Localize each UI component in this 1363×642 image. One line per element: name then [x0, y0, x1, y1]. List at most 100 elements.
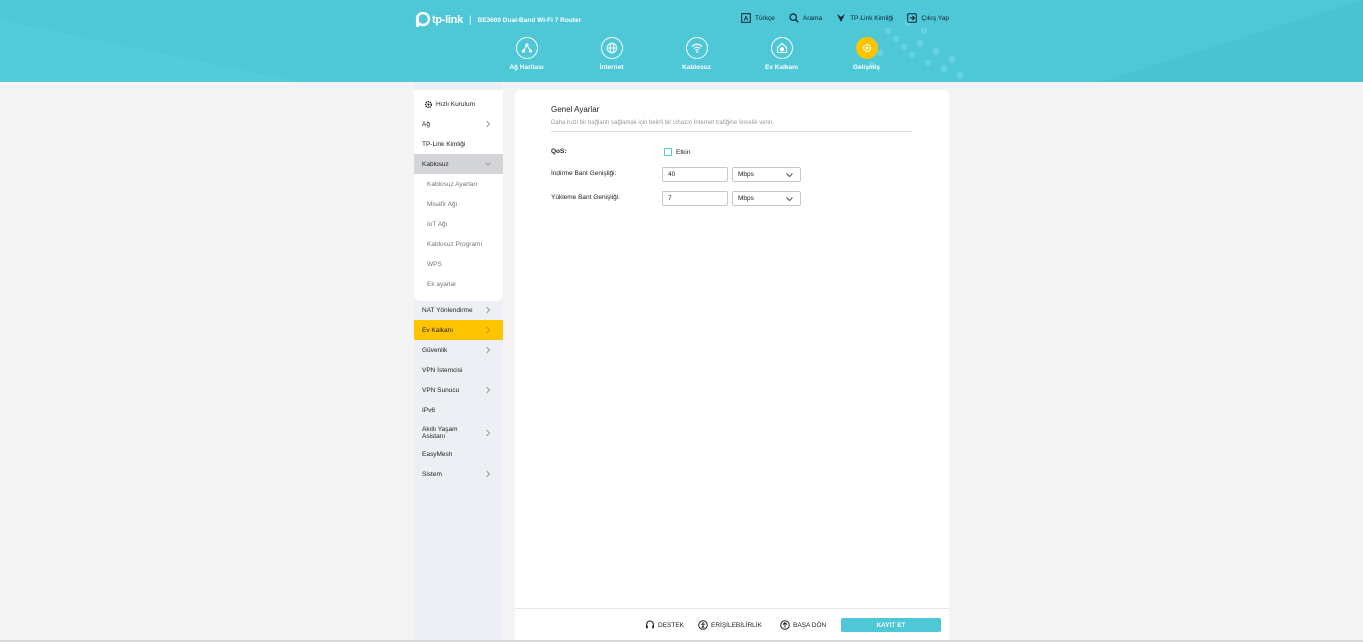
- save-button[interactable]: KAYIT ET: [841, 618, 941, 632]
- router-model: BE3600 Dual-Band Wi-Fi 7 Router: [477, 16, 582, 24]
- tab-label: Gelişmiş: [852, 64, 881, 71]
- accessibility-link[interactable]: ERİŞİLEBİLİRLİK: [698, 620, 762, 630]
- chevron-right-icon: [486, 326, 491, 334]
- tab-label: Ağ Haritası: [509, 64, 544, 71]
- sidebar-item-label: Kablosuz Ayarları: [427, 180, 478, 188]
- chevron-down-icon: [786, 197, 793, 202]
- page-footer: DESTEK ERİŞİLEBİLİRLİK BAŞA DÖN KAYIT ET: [515, 608, 949, 642]
- brand-separator: |: [468, 14, 472, 26]
- support-link[interactable]: DESTEK: [645, 620, 684, 630]
- back-to-top-label: BAŞA DÖN: [793, 621, 827, 629]
- language-link[interactable]: A Türkçe: [741, 13, 775, 23]
- tab-network-map[interactable]: Ağ Haritası: [484, 37, 569, 71]
- sidebar-item-label: Kablosuz Programı: [427, 240, 483, 248]
- sidebar-item-additional-settings[interactable]: Ek ayarlar: [414, 274, 503, 294]
- sidebar-item-vpn-client[interactable]: VPN İstemcisi: [414, 360, 503, 380]
- section-title: Genel Ayarlar: [551, 105, 600, 114]
- sidebar-item-homeshield[interactable]: Ev Kalkanı: [414, 320, 503, 340]
- sidebar-item-label: VPN İstemcisi: [422, 366, 463, 374]
- accessibility-icon: [698, 620, 708, 630]
- tplink-id-icon: [837, 14, 846, 22]
- sidebar-item-quick-setup[interactable]: Hızlı Kurulum: [414, 94, 503, 114]
- header-inner: tp-link | BE3600 Dual-Band Wi-Fi 7 Route…: [414, 0, 949, 82]
- sidebar-item-wireless-schedule[interactable]: Kablosuz Programı: [414, 234, 503, 254]
- language-icon: A: [741, 13, 751, 23]
- tab-icon-circle: [600, 37, 623, 59]
- sidebar-item-label: Sistem: [422, 470, 442, 478]
- sidebar-item-label: NAT Yönlendirme: [422, 306, 473, 314]
- tplink-id-link[interactable]: TP-Link Kimliği: [836, 13, 893, 23]
- sidebar-item-tplink-id[interactable]: TP-Link Kimliği: [414, 134, 503, 154]
- quick-setup-icon: [424, 100, 433, 108]
- sidebar-item-iot-network[interactable]: IoT Ağı: [414, 214, 503, 234]
- search-link[interactable]: Arama: [789, 13, 822, 23]
- select-value: Mbps: [738, 195, 754, 202]
- upload-bandwidth-label: Yükleme Bant Genişliği:: [551, 194, 621, 201]
- network-map-icon: [521, 43, 532, 53]
- sidebar-item-nat-forwarding[interactable]: NAT Yönlendirme: [414, 300, 503, 320]
- support-label: DESTEK: [658, 621, 685, 629]
- sidebar-item-vpn-server[interactable]: VPN Sunucu: [414, 380, 503, 400]
- sidebar-item-network[interactable]: Ağ: [414, 114, 503, 134]
- download-unit-select[interactable]: Mbps: [732, 167, 801, 182]
- tab-advanced[interactable]: Gelişmiş: [824, 37, 909, 71]
- main-content-panel: Genel Ayarlar Daha hızlı bir bağlantı sa…: [515, 90, 949, 642]
- chevron-right-icon: [486, 346, 491, 354]
- sidebar-item-label: IPv6: [422, 406, 436, 414]
- brand: tp-link | BE3600 Dual-Band Wi-Fi 7 Route…: [414, 10, 581, 30]
- sidebar-item-label: Hızlı Kurulum: [436, 100, 476, 108]
- download-bandwidth-label: İndirme Bant Genişliği:: [551, 170, 617, 177]
- tab-homeshield[interactable]: Ev Kalkanı: [739, 37, 824, 71]
- tab-wireless[interactable]: Kablosuz: [654, 37, 739, 71]
- back-to-top-link[interactable]: BAŞA DÖN: [780, 620, 826, 630]
- chevron-down-icon: [786, 173, 793, 178]
- headset-icon: [645, 620, 655, 629]
- sidebar-item-label: Akıllı Yaşam Asistanı: [422, 426, 458, 440]
- sidebar-item-wps[interactable]: WPS: [414, 254, 503, 274]
- top-header: tp-link | BE3600 Dual-Band Wi-Fi 7 Route…: [0, 0, 1363, 82]
- section-description: Daha hızlı bir bağlantı sağlamak için be…: [551, 120, 774, 126]
- sidebar-item-label: EasyMesh: [422, 450, 453, 458]
- download-bandwidth-input[interactable]: [662, 167, 728, 182]
- sidebar-item-label: Ağ: [422, 120, 430, 128]
- sidebar-item-label: Güvenlik: [422, 346, 448, 354]
- checkbox-box[interactable]: [664, 148, 672, 156]
- sidebar-item-label: WPS: [427, 260, 442, 268]
- sidebar-item-ipv6[interactable]: IPv6: [414, 400, 503, 420]
- sidebar-item-easymesh[interactable]: EasyMesh: [414, 444, 503, 464]
- sidebar-item-label: Misafir Ağı: [427, 200, 458, 208]
- chevron-right-icon: [486, 306, 491, 314]
- logout-link[interactable]: Çıkış Yap: [907, 13, 949, 23]
- tab-icon-circle: [770, 37, 793, 59]
- qos-enable-checkbox[interactable]: Etkin: [664, 148, 690, 156]
- sidebar-item-system[interactable]: Sistem: [414, 464, 503, 484]
- home-shield-icon: [776, 42, 787, 54]
- sidebar-item-guest-network[interactable]: Misafir Ağı: [414, 194, 503, 214]
- sidebar-item-label: IoT Ağı: [427, 220, 448, 228]
- tab-icon-circle: [515, 37, 538, 59]
- select-value: Mbps: [738, 171, 754, 178]
- tab-icon-circle: [685, 37, 708, 59]
- chevron-right-icon: [486, 470, 491, 478]
- sidebar-item-label: VPN Sunucu: [422, 386, 460, 394]
- sidebar-item-label: TP-Link Kimliği: [422, 140, 466, 148]
- tab-label: İnternet: [599, 64, 624, 71]
- sidebar: Hızlı Kurulum Ağ TP-Link Kimliği Kablosu…: [414, 82, 503, 642]
- tplink-logo-icon: [415, 12, 430, 27]
- sidebar-item-wireless[interactable]: Kablosuz: [414, 154, 503, 174]
- tab-label: Ev Kalkanı: [765, 64, 798, 71]
- sidebar-item-smart-life-assistant[interactable]: Akıllı Yaşam Asistanı: [414, 422, 503, 444]
- upload-unit-select[interactable]: Mbps: [732, 191, 801, 206]
- sidebar-item-security[interactable]: Güvenlik: [414, 340, 503, 360]
- sidebar-item-label: Ev Kalkanı: [422, 326, 454, 334]
- logout-icon: [907, 13, 918, 23]
- brand-name: tp-link: [432, 14, 463, 26]
- upload-bandwidth-input[interactable]: [662, 191, 728, 206]
- gear-icon: [862, 43, 871, 53]
- svg-text:A: A: [744, 16, 749, 23]
- checkbox-label: Etkin: [676, 148, 691, 156]
- language-label: Türkçe: [755, 14, 775, 22]
- sidebar-item-wireless-settings[interactable]: Kablosuz Ayarları: [414, 174, 503, 194]
- tab-internet[interactable]: İnternet: [569, 37, 654, 71]
- logout-label: Çıkış Yap: [921, 14, 949, 22]
